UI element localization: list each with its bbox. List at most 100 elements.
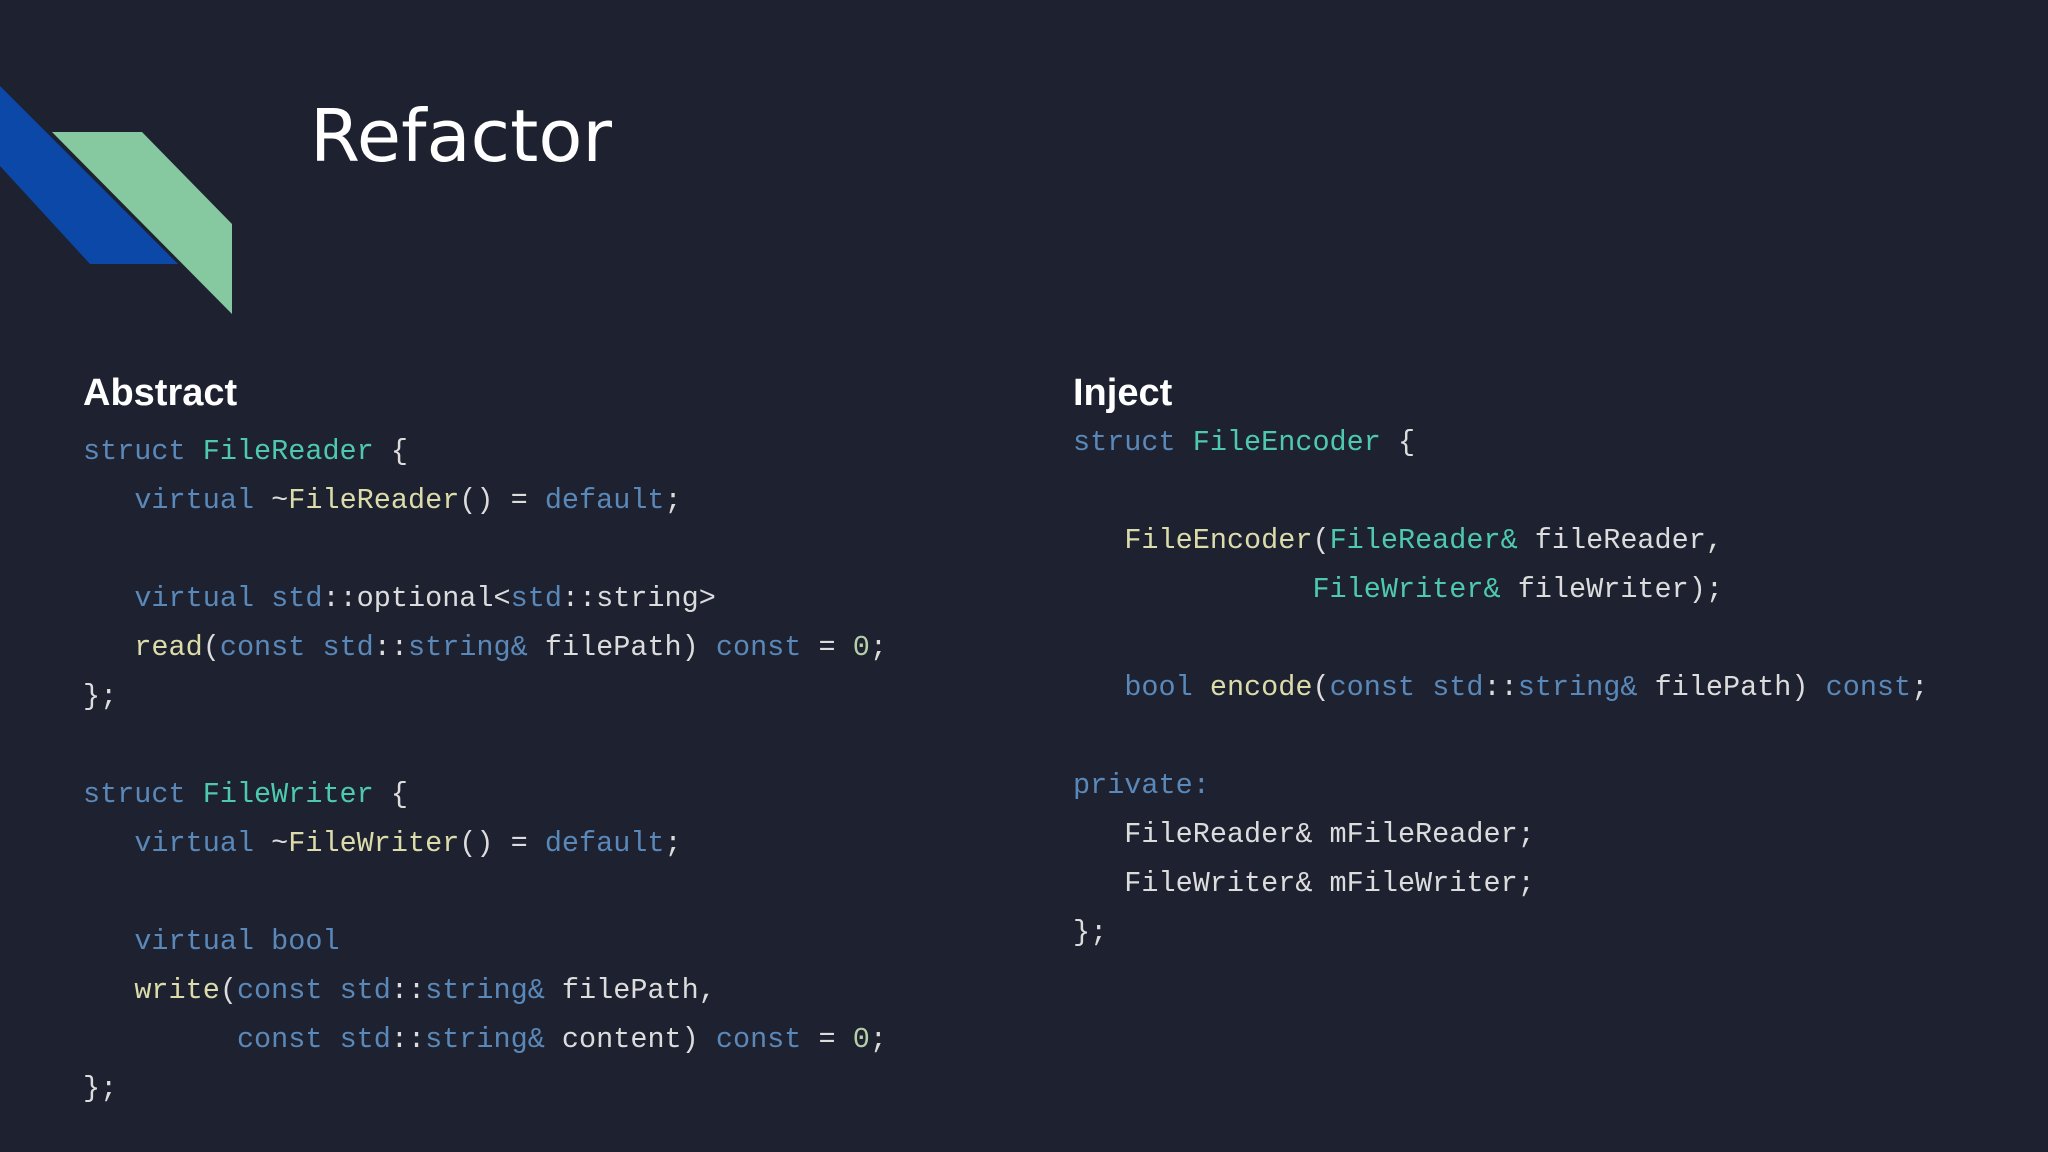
code-token: fileWriter); [1500,573,1723,606]
code-token: std [322,631,374,664]
code-token: struct [1073,426,1193,459]
code-line: struct FileEncoder { [1073,418,1928,467]
code-token: write [134,974,220,1007]
code-token: }; [1073,916,1108,949]
code-token: const [1825,671,1912,704]
code-line: FileWriter& mFileWriter; [1073,859,1928,908]
code-token: }; [83,680,118,713]
left-column-heading: Abstract [83,372,238,414]
right-code-block: struct FileEncoder { FileEncoder(FileRea… [1073,418,1928,957]
code-token: { [373,778,408,811]
code-token: ::string> [561,582,716,615]
code-token: FileWriter& mFileWriter; [1073,867,1535,900]
code-line: struct FileWriter { [83,770,887,819]
code-token: const [236,974,323,1007]
code-token: :: [390,1023,426,1056]
code-token: std [510,582,562,615]
code-token: ; [1911,671,1929,704]
code-token: () = [459,827,545,860]
code-token: string& [425,974,545,1007]
code-token: const [236,1023,323,1056]
code-token: = [801,1023,853,1056]
code-line: virtual ~FileWriter() = default; [83,819,887,868]
code-token: bool [1124,671,1193,704]
code-token: const [715,631,802,664]
code-token: ~ [254,827,289,860]
code-token: filePath, [544,974,716,1007]
code-line: struct FileReader { [83,427,887,476]
code-line: write(const std::string& filePath, [83,966,887,1015]
code-token: std [1432,671,1484,704]
code-token: :: [390,974,426,1007]
code-token: }; [83,1072,118,1105]
code-line: private: [1073,761,1928,810]
code-token: ( [202,631,220,664]
code-token: FileReader& mFileReader; [1073,818,1535,851]
code-token: ( [219,974,237,1007]
code-token: virtual [134,827,255,860]
code-token: std [339,1023,391,1056]
code-token: :: [373,631,408,664]
code-token: FileEncoder [1192,426,1381,459]
code-token: encode [1209,671,1313,704]
code-token: fileReader, [1517,524,1723,557]
code-token: ( [1312,524,1330,557]
code-token: FileReader [288,484,460,517]
code-line: }; [83,672,887,721]
code-line: FileEncoder(FileReader& fileReader, [1073,516,1928,565]
code-token: FileReader [202,435,374,468]
code-token: { [373,435,408,468]
left-code-block: struct FileReader { virtual ~FileReader(… [83,427,887,1113]
code-token: ::optional< [322,582,511,615]
code-token: ; [869,631,887,664]
code-token: filePath) [1637,671,1826,704]
code-token: struct [83,435,203,468]
code-line: FileReader& mFileReader; [1073,810,1928,859]
code-line: virtual std::optional<std::string> [83,574,887,623]
code-token: FileWriter& [1312,573,1501,606]
code-token: string& [408,631,528,664]
code-token: 0 [852,1023,870,1056]
code-line: read(const std::string& filePath) const … [83,623,887,672]
code-token: default [544,827,665,860]
code-token: bool [271,925,340,958]
code-token: () = [459,484,545,517]
code-token: default [544,484,665,517]
code-token: read [134,631,203,664]
code-token: const [1329,671,1416,704]
code-token: std [339,974,391,1007]
code-token: string& [425,1023,545,1056]
code-token: struct [83,778,203,811]
code-token: :: [1483,671,1518,704]
code-token: ; [664,827,682,860]
code-token: filePath) [527,631,716,664]
code-token: const [715,1023,802,1056]
code-token: ( [1312,671,1330,704]
code-line: }; [83,1064,887,1113]
right-column-heading: Inject [1073,372,1173,414]
code-line: bool encode(const std::string& filePath)… [1073,663,1928,712]
code-token: ; [664,484,682,517]
code-token: string& [1517,671,1638,704]
